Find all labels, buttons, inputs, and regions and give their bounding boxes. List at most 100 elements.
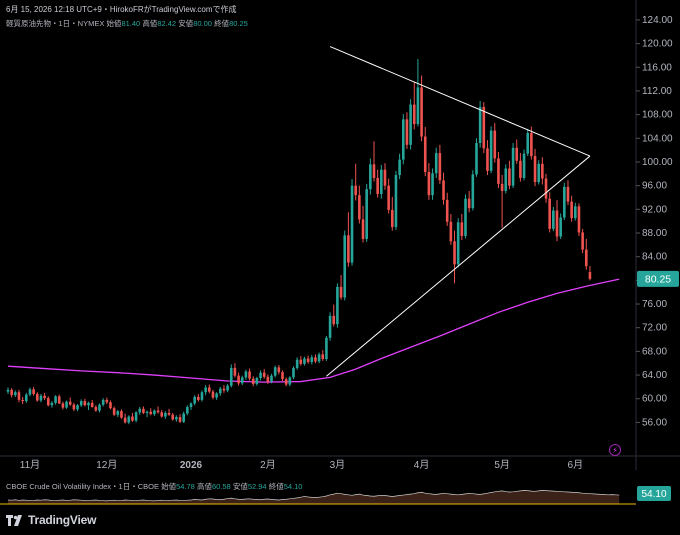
trendline: [326, 155, 591, 377]
candle-body: [145, 411, 149, 413]
candle-body: [116, 411, 120, 415]
volatility-pane[interactable]: 54.10: [0, 478, 680, 508]
candle-body: [270, 375, 273, 382]
price-chart[interactable]: 56.0060.0064.0068.0072.0076.0080.0084.00…: [0, 0, 680, 475]
candle-body: [240, 377, 244, 384]
price-tick-label: 68.00: [642, 346, 667, 357]
candle-body: [570, 201, 573, 219]
candle-body: [156, 410, 160, 413]
ma-line: [7, 278, 620, 383]
candle-body: [164, 412, 167, 417]
candle-body: [233, 367, 237, 376]
candle-body: [336, 286, 339, 325]
candle-body: [471, 174, 475, 209]
candle-body: [544, 178, 548, 199]
flash-icon[interactable]: ⚡: [609, 444, 621, 456]
candle-body: [149, 411, 153, 415]
candle-body: [226, 385, 229, 391]
candle-body: [504, 168, 508, 191]
candle-body: [511, 147, 515, 186]
candle-body: [563, 186, 566, 218]
time-tick-label: 2026: [180, 460, 203, 471]
candle-body: [467, 198, 471, 209]
candle-body: [182, 413, 185, 422]
candle-body: [288, 377, 292, 385]
candle-body: [328, 315, 332, 338]
candle-body: [515, 147, 519, 161]
candle-body: [57, 396, 61, 404]
time-tick-label: 5月: [494, 459, 510, 471]
candle-body: [90, 402, 94, 408]
candle-body: [478, 106, 482, 144]
candle-body: [43, 395, 46, 399]
candle-body: [339, 286, 343, 298]
candle-body: [460, 222, 464, 236]
candle-body: [134, 412, 138, 421]
price-tick-label: 64.00: [642, 370, 667, 381]
candle-body: [251, 378, 255, 384]
candle-body: [211, 391, 215, 398]
candle-body: [438, 153, 442, 181]
candle-body: [442, 180, 445, 200]
candle-body: [310, 357, 314, 363]
price-tick-label: 88.00: [642, 228, 667, 239]
time-axis[interactable]: 11月 12月 2026 2月 3月 4月 5月 6月: [0, 455, 680, 471]
candle-body: [208, 387, 211, 392]
candle-body: [453, 241, 456, 265]
candle-body: [409, 104, 412, 145]
candle-body: [588, 272, 592, 279]
candle-body: [321, 354, 325, 360]
candle-body: [372, 164, 376, 178]
candle-body: [266, 376, 270, 382]
candle-body: [548, 198, 551, 229]
time-tick-label: 12月: [96, 459, 117, 471]
candle-body: [486, 148, 489, 171]
volatility-badge: 54.10: [637, 486, 671, 501]
candle-body: [387, 185, 390, 210]
time-tick-label: 11月: [20, 459, 40, 471]
candle-body: [434, 153, 438, 174]
candle-body: [581, 232, 584, 250]
candle-body: [193, 396, 196, 404]
candle-body: [332, 315, 336, 325]
candle-body: [259, 372, 262, 379]
tradingview-logo[interactable]: TradingView: [6, 512, 96, 528]
candle-body: [94, 407, 98, 411]
candle-body: [449, 221, 453, 242]
candle-body: [401, 119, 405, 160]
candle-body: [482, 106, 486, 149]
candle-body: [423, 136, 427, 173]
price-axis[interactable]: 56.0060.0064.0068.0072.0076.0080.0084.00…: [635, 0, 679, 470]
candle-body: [160, 412, 164, 417]
candle-body: [153, 410, 156, 415]
candle-body: [559, 217, 562, 237]
candle-body: [229, 367, 233, 386]
candle-body: [354, 185, 357, 196]
candle-body: [123, 417, 127, 423]
candle-body: [533, 156, 537, 183]
trendline: [329, 46, 591, 157]
candle-body: [566, 186, 570, 202]
candle-body: [420, 87, 423, 137]
candle-body: [72, 404, 76, 410]
candle-body: [218, 388, 222, 394]
logo-text: TradingView: [28, 513, 97, 527]
candle-body: [35, 393, 39, 401]
price-tick-label: 56.00: [642, 417, 667, 428]
candle-body: [577, 206, 581, 233]
candle-body: [98, 404, 101, 411]
candle-body: [358, 195, 361, 220]
candle-body: [39, 395, 43, 401]
candle-body: [6, 389, 10, 392]
candle-body: [28, 389, 32, 395]
candle-body: [65, 401, 68, 408]
candle-body: [508, 168, 511, 186]
moving-average: [7, 278, 620, 383]
candle-body: [46, 398, 50, 406]
candle-body: [189, 403, 193, 408]
chart-window: 6月 15, 2026 12:18 UTC+9・HirokoFRがTrading…: [0, 0, 680, 535]
volatility-badge-label: 54.10: [641, 489, 666, 500]
candle-body: [131, 416, 134, 421]
candle-body: [299, 359, 303, 364]
candle-body: [54, 396, 57, 403]
